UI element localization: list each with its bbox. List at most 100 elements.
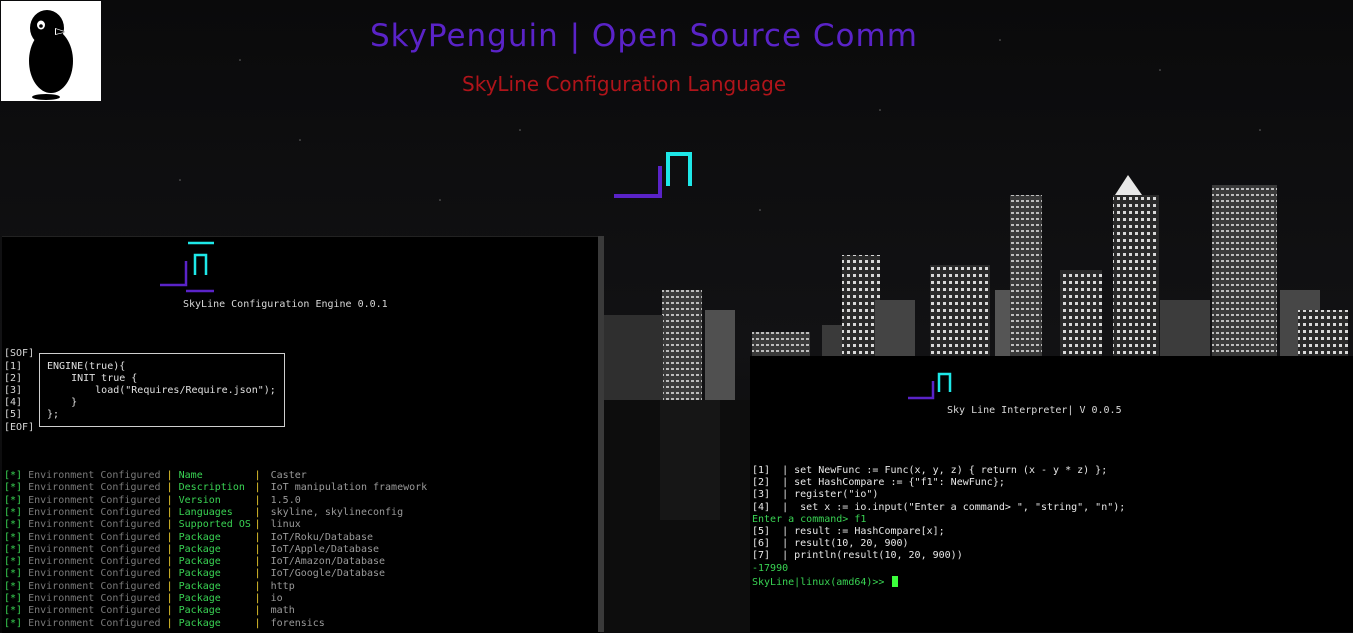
env-value: IoT/Amazon/Database [270,556,386,568]
status-label: [*] [4,494,23,506]
cursor [892,576,899,587]
separator: | [166,482,173,494]
status-text: Environment Configured [28,543,161,555]
separator: | [166,519,173,531]
interpreter-terminal[interactable]: Sky Line Interpreter| V 0.0.5 [1] | set … [750,356,1353,632]
status-label: [*] [4,482,23,494]
interpreter-line: [3] | register("io") [752,489,879,501]
env-value: linux [270,519,301,531]
engine-terminal[interactable]: SkyLine Configuration Engine 0.0.1 [SOF]… [2,236,600,633]
line-number: [2] [4,373,23,384]
separator: | [254,605,261,617]
env-value: IoT/Google/Database [270,568,386,580]
env-value: http [270,580,295,592]
env-row: [*] Environment Configured | Package | io [4,593,283,605]
status-label: [*] [4,556,23,568]
interpreter-line: Enter a command> f1 [752,513,867,525]
status-label: [*] [4,593,23,604]
separator: | [166,593,173,604]
env-value: forensics [270,617,325,629]
env-row: [*] Environment Configured | Name | Caster [4,470,307,482]
env-row: [*] Environment Configured | Package | IoT… [4,556,385,568]
separator: | [166,568,173,580]
page-title: SkyPenguin | Open Source Comm [370,18,918,54]
env-value: math [270,605,295,617]
line-number: [3] [4,385,23,396]
interpreter-line: [4] | set x := io.input("Enter a command… [752,501,1126,513]
terminal-scrollbar[interactable] [598,236,604,632]
status-label: [*] [4,506,23,518]
code-line: }; [47,409,60,420]
status-text: Environment Configured [28,494,161,506]
env-value: skyline, skylineconfig [270,506,404,518]
status-label: [*] [4,568,23,580]
env-row: [*] Environment Configured | Package | IoT… [4,544,379,556]
status-label: [*] [4,617,23,629]
code-line: ENGINE(true){ [47,361,126,372]
status-text: Environment Configured [28,482,161,494]
status-text: Environment Configured [28,593,161,604]
status-text: Environment Configured [28,617,161,629]
skyline-mark-icon [908,372,952,400]
env-key: Version [178,494,221,506]
env-value: io [270,593,283,604]
env-row: [*] Environment Configured | Package | for… [4,618,325,630]
env-value: IoT/Apple/Database [270,543,380,555]
interpreter-line: [6] | result(10, 20, 900) [752,538,909,550]
separator: | [166,543,173,555]
skyline-mark-icon [614,152,692,198]
status-label: [*] [4,605,23,617]
status-label: [*] [4,519,23,531]
interpreter-prompt-line[interactable]: SkyLine|linux(amd64)>> [752,576,899,589]
separator: | [166,531,173,543]
separator: | [254,482,261,494]
env-value: Caster [270,470,307,481]
sof-marker: [SOF] [4,348,35,359]
penguin-logo-icon [29,10,73,100]
separator: | [166,617,173,629]
status-label: [*] [4,543,23,555]
separator: | [254,556,261,568]
code-line: load("Requires/Require.json"); [47,385,276,396]
env-row: [*] Environment Configured | Package | htt… [4,581,295,593]
code-line: } [47,397,78,408]
env-key: Languages [178,506,233,518]
status-text: Environment Configured [28,556,161,568]
status-text: Environment Configured [28,470,161,481]
eof-marker: [EOF] [4,422,35,433]
interpreter-line: [7] | println(result(10, 20, 900)) [752,550,963,562]
page-subtitle: SkyLine Configuration Language [462,72,787,96]
separator: | [166,494,173,506]
env-key: Package [178,605,221,617]
interpreter-line: [5] | result := HashCompare[x]; [752,526,945,537]
separator: | [254,543,261,555]
env-row: [*] Environment Configured | Package | mat… [4,605,295,617]
separator: | [254,494,261,506]
engine-title: SkyLine Configuration Engine 0.0.1 [183,299,388,310]
env-value: IoT/Roku/Database [270,531,373,543]
status-text: Environment Configured [28,605,161,617]
interpreter-line: [1] | set NewFunc := Func(x, y, z) { ret… [752,465,1108,476]
line-number: [1] [4,361,23,372]
env-row: [*] Environment Configured | Package | IoT… [4,532,373,544]
separator: | [166,556,173,568]
env-key: Supported OS [178,519,251,531]
separator: | [166,470,173,481]
status-text: Environment Configured [28,506,161,518]
separator: | [166,605,173,617]
env-key: Description [178,482,245,494]
env-row: [*] Environment Configured | Supported O… [4,519,301,531]
separator: | [166,506,173,518]
env-key: Package [178,580,221,592]
separator: | [254,506,261,518]
env-key: Package [178,531,221,543]
interpreter-line: [2] | set HashCompare := {"f1": NewFunc}… [752,477,1005,489]
env-value: 1.5.0 [270,494,301,506]
env-row: [*] Environment Configured | Package | IoT… [4,568,385,580]
separator: | [254,568,261,580]
status-label: [*] [4,580,23,592]
env-value: IoT manipulation framework [270,482,428,494]
status-text: Environment Configured [28,580,161,592]
separator: | [254,593,261,604]
separator: | [254,617,261,629]
